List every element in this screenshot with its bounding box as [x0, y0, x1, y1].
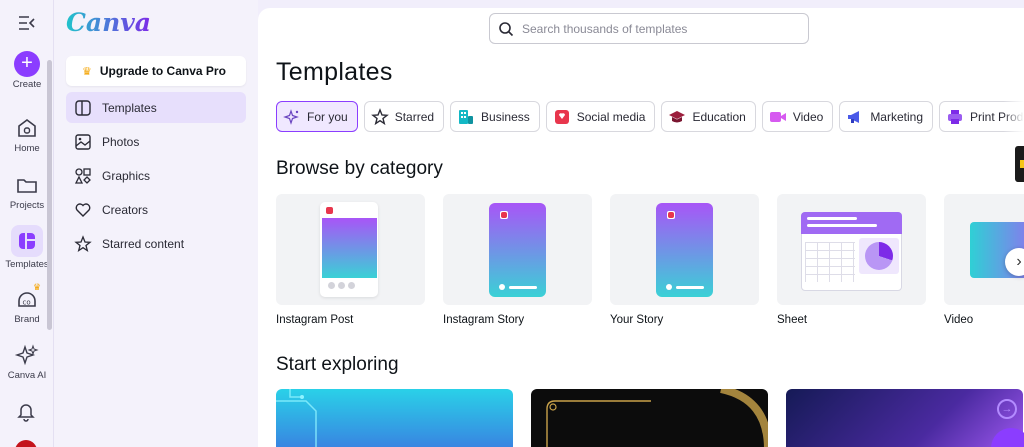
- star-icon: [74, 234, 92, 252]
- chip-business[interactable]: Business: [450, 101, 540, 132]
- explore-heading: Start exploring: [276, 354, 399, 375]
- explore-card[interactable]: →: [786, 389, 1023, 447]
- category-label: Your Story: [610, 314, 664, 326]
- crown-icon: ♛: [33, 282, 42, 292]
- icon-rail: + Create Home Projects Templates co Bran…: [0, 0, 54, 447]
- side-panel-tab[interactable]: [1015, 146, 1024, 182]
- category-label: Instagram Post: [276, 314, 354, 326]
- templates-icon: [11, 225, 43, 257]
- menu-item-starred-content[interactable]: Starred content: [66, 228, 246, 259]
- sparkle-icon: [14, 344, 39, 366]
- upgrade-button[interactable]: ♛ Upgrade to Canva Pro: [66, 56, 246, 86]
- rail-item-projects[interactable]: Projects: [0, 172, 54, 211]
- explore-cards: →: [276, 389, 1023, 447]
- menu-item-label: Photos: [102, 134, 140, 149]
- chip-label: Education: [692, 109, 746, 124]
- chip-marketing[interactable]: Marketing: [839, 101, 933, 132]
- category-card[interactable]: Your Story: [610, 194, 759, 326]
- menu-item-graphics[interactable]: Graphics: [66, 160, 246, 191]
- graphics-icon: [74, 167, 91, 184]
- category-carousel: Instagram Post Instagram Story Your Stor…: [276, 194, 1024, 326]
- chip-label: Social media: [576, 109, 646, 124]
- bell-icon[interactable]: [15, 400, 37, 422]
- menu-item-label: Starred content: [102, 236, 185, 251]
- rail-item-label: Create: [12, 79, 42, 90]
- rail-item-label: Canva AI: [7, 370, 47, 381]
- printer-icon: [948, 109, 962, 124]
- instagram-story-thumbnail: [443, 194, 592, 305]
- explore-card[interactable]: [276, 389, 513, 447]
- category-card[interactable]: Instagram Story: [443, 194, 592, 326]
- plus-icon: +: [14, 51, 40, 77]
- svg-text:co: co: [23, 299, 31, 307]
- chip-for-you[interactable]: For you: [276, 101, 358, 132]
- chip-education[interactable]: Education: [661, 101, 756, 132]
- menu-item-creators[interactable]: Creators: [66, 194, 246, 225]
- instagram-post-thumbnail: [276, 194, 425, 305]
- folder-icon: [17, 179, 37, 193]
- social-media-icon: [554, 109, 569, 124]
- rail-item-create[interactable]: + Create: [0, 51, 54, 90]
- megaphone-icon: [848, 110, 860, 123]
- chip-label: Marketing: [870, 109, 923, 124]
- your-story-thumbnail: [610, 194, 759, 305]
- search-icon: [499, 21, 514, 36]
- menu-item-photos[interactable]: Photos: [66, 126, 246, 157]
- menu-item-label: Creators: [102, 202, 149, 217]
- menu-item-templates[interactable]: Templates: [66, 92, 246, 123]
- circuit-pattern: [276, 389, 317, 447]
- chip-social-media[interactable]: Social media: [545, 101, 656, 132]
- gold-frame-pattern: [546, 389, 768, 447]
- templates-icon: [75, 99, 91, 116]
- heart-icon: [75, 202, 91, 217]
- canva-logo[interactable]: Canva: [66, 8, 151, 37]
- category-card[interactable]: Instagram Post: [276, 194, 425, 326]
- chip-label: Business: [481, 109, 530, 124]
- page-title: Templates: [276, 58, 393, 86]
- crown-icon: ♛: [82, 65, 92, 78]
- panel-menu: Templates Photos Graphics Creators Starr…: [66, 92, 246, 262]
- sparkle-icon: [283, 108, 299, 125]
- rail-item-home[interactable]: Home: [0, 115, 54, 154]
- graduation-cap-icon: [669, 110, 686, 122]
- category-chips: For you Starred Business Social media Ed…: [276, 101, 1024, 132]
- main-content: Search thousands of templates Templates …: [258, 8, 1024, 447]
- star-icon: [370, 107, 389, 125]
- rail-item-canva-ai[interactable]: Canva AI: [0, 342, 54, 381]
- sheet-thumbnail: [777, 194, 926, 305]
- collapse-sidebar-icon[interactable]: [17, 14, 37, 32]
- rail-item-brand[interactable]: co Brand: [0, 286, 54, 325]
- rail-item-label: Projects: [9, 200, 45, 211]
- chip-label: Starred: [394, 109, 435, 124]
- arrow-right-icon: →: [997, 399, 1017, 419]
- category-label: Instagram Story: [443, 314, 525, 326]
- rail-item-label: Home: [14, 143, 40, 154]
- search-input[interactable]: Search thousands of templates: [489, 13, 809, 44]
- chip-label: Video: [792, 109, 824, 124]
- rail-item-templates[interactable]: Templates: [0, 225, 54, 270]
- chip-starred[interactable]: Starred: [363, 101, 445, 132]
- explore-card[interactable]: [531, 389, 768, 447]
- rail-scrollbar[interactable]: [47, 60, 52, 330]
- home-icon: [18, 119, 36, 137]
- avatar[interactable]: [15, 440, 37, 447]
- menu-item-label: Templates: [102, 100, 157, 115]
- category-label: Sheet: [777, 314, 808, 326]
- search-placeholder: Search thousands of templates: [522, 21, 688, 36]
- video-icon: [769, 111, 786, 122]
- category-card[interactable]: Sheet: [777, 194, 926, 326]
- chip-label: For you: [307, 109, 348, 124]
- browse-heading: Browse by category: [276, 158, 443, 179]
- business-icon: [459, 109, 474, 124]
- menu-item-label: Graphics: [102, 168, 151, 183]
- chips-fade: [1003, 101, 1024, 133]
- rail-item-label: Brand: [14, 314, 40, 325]
- chip-video[interactable]: Video: [761, 101, 834, 132]
- rail-item-label: Templates: [5, 259, 49, 270]
- photo-icon: [75, 133, 91, 150]
- upgrade-label: Upgrade to Canva Pro: [99, 64, 226, 78]
- category-label: Video: [944, 314, 974, 326]
